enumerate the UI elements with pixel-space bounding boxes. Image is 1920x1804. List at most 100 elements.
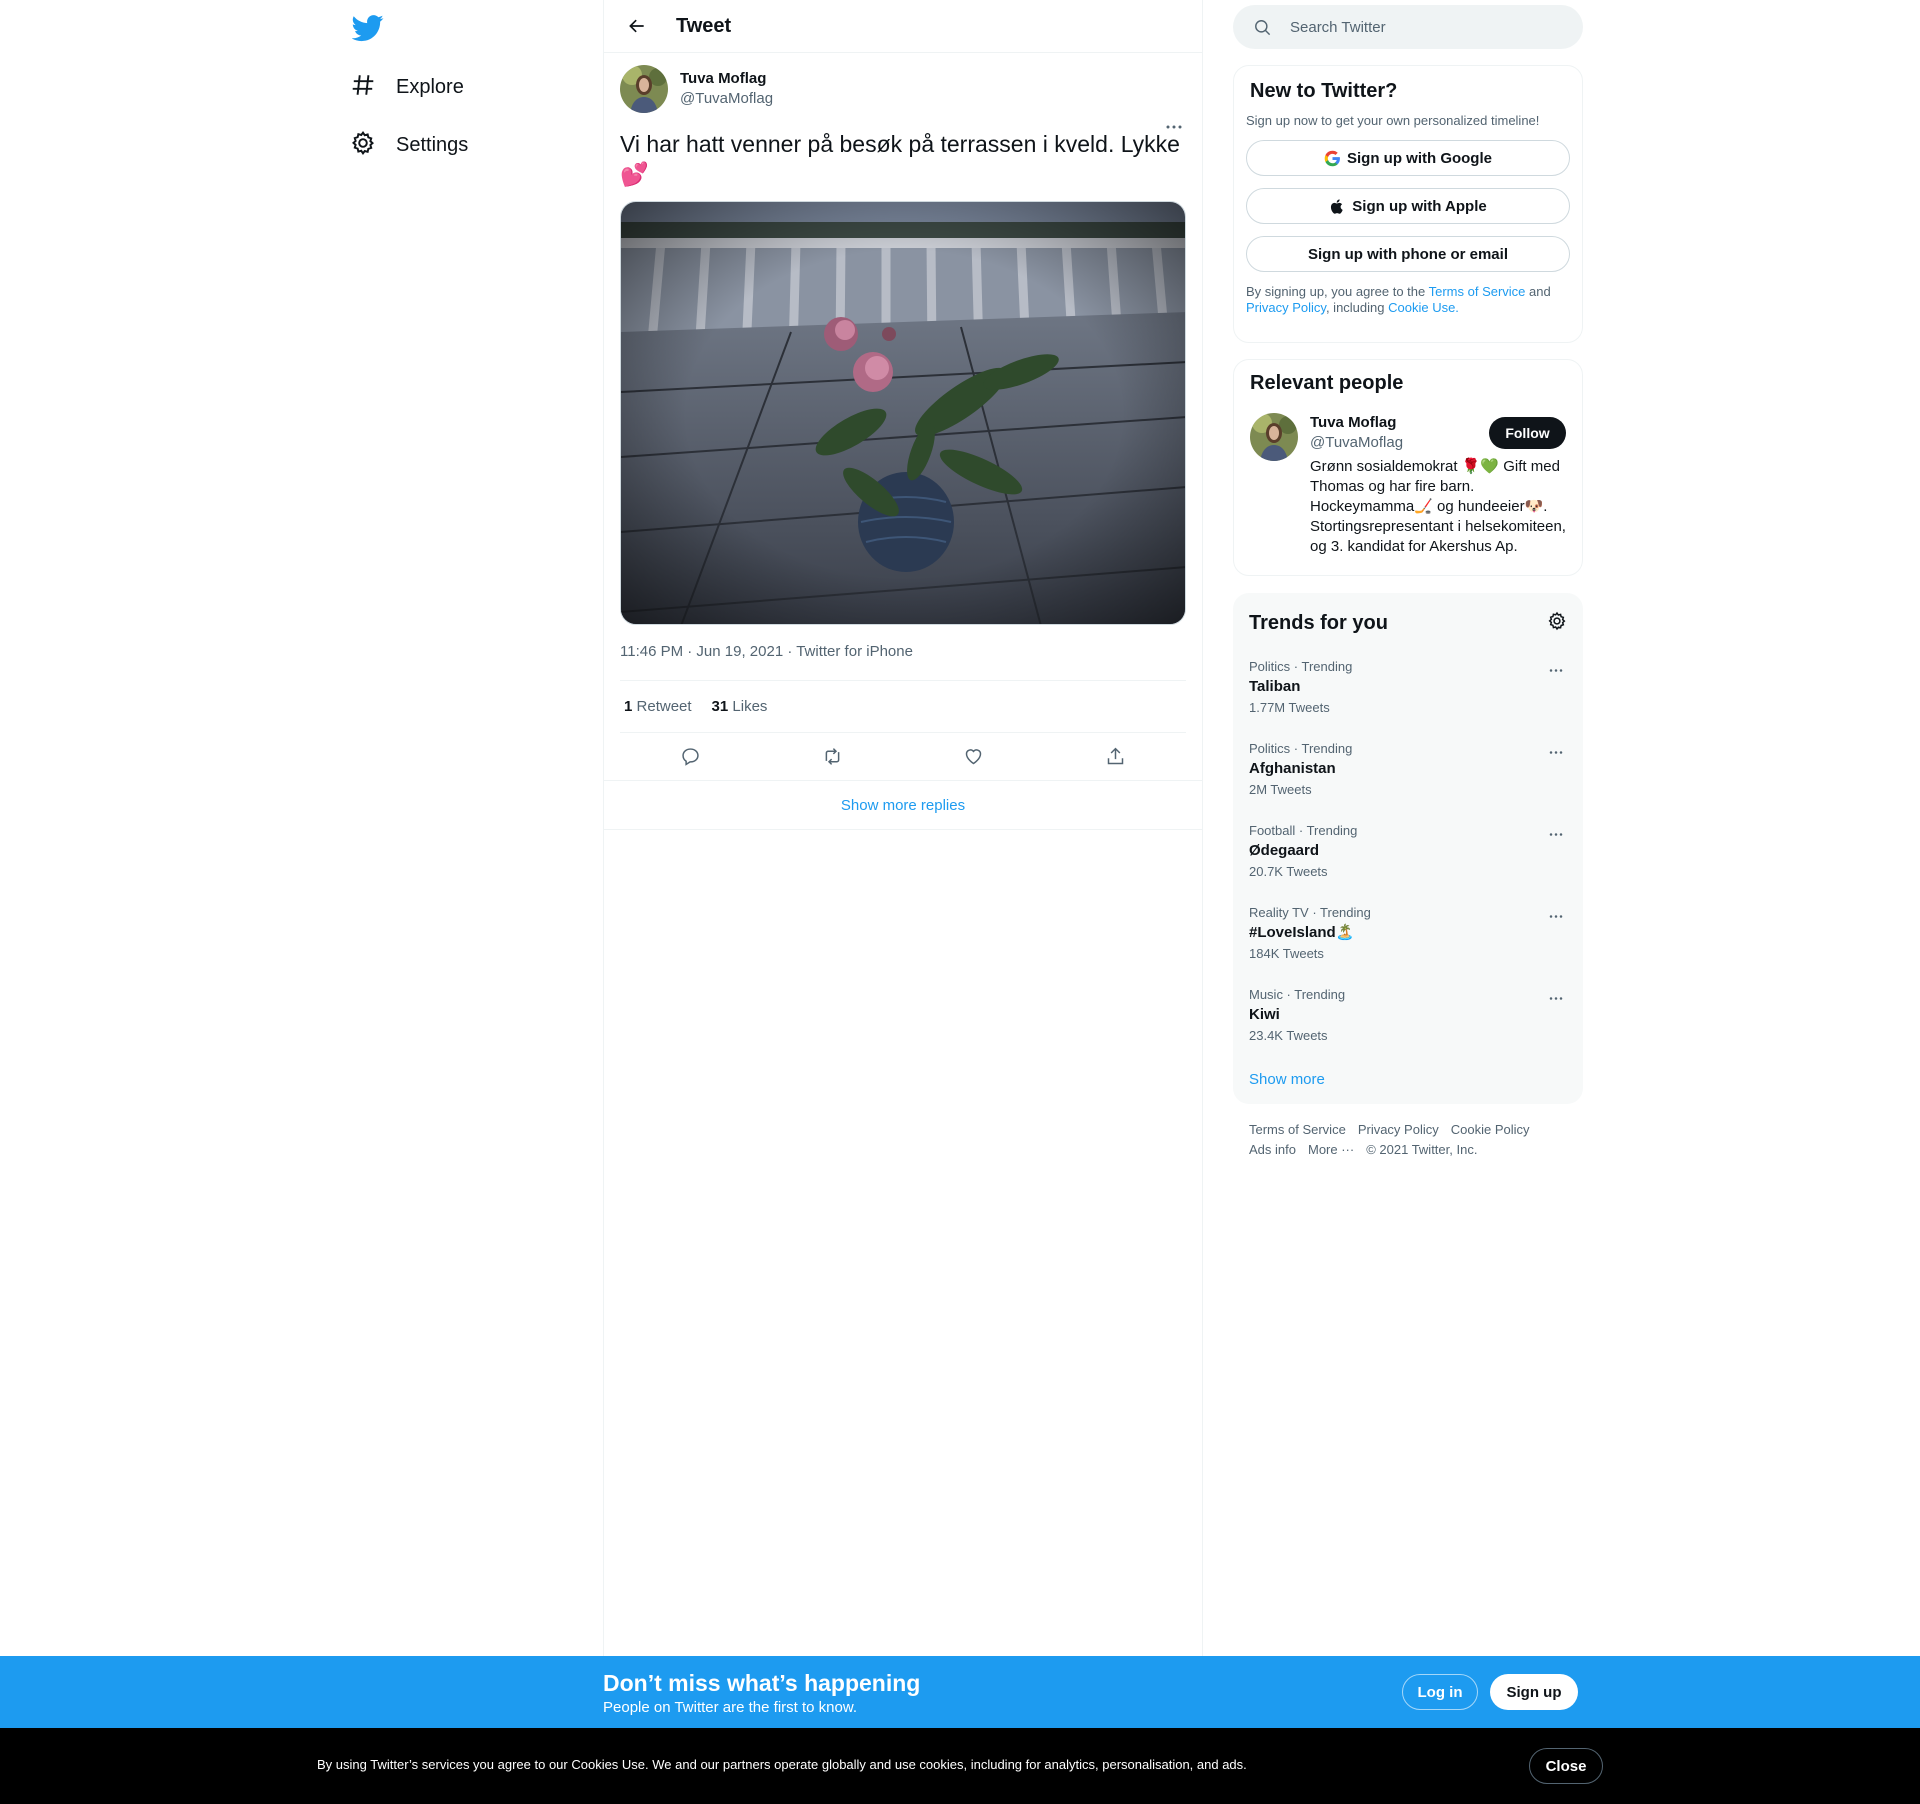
avatar[interactable] bbox=[1250, 413, 1298, 461]
more-horizontal-icon bbox=[1549, 996, 1563, 1000]
footer-ads-link[interactable]: Ads info bbox=[1249, 1142, 1296, 1157]
footer-more-button[interactable]: More ··· bbox=[1308, 1142, 1354, 1157]
cookie-use-link[interactable]: Cookie Use. bbox=[1388, 300, 1459, 315]
main-column: Tweet Tuva Moflag @TuvaMoflag Vi har hat… bbox=[603, 0, 1203, 1656]
trend-category: Football · Trending bbox=[1249, 823, 1358, 838]
signup-legal-text: By signing up, you agree to the Terms of… bbox=[1246, 284, 1570, 316]
page-title: Tweet bbox=[676, 14, 732, 37]
trend-more-button[interactable] bbox=[1545, 909, 1567, 923]
author-name[interactable]: Tuva Moflag bbox=[680, 69, 773, 89]
more-horizontal-icon bbox=[1549, 914, 1563, 918]
trend-more-button[interactable] bbox=[1545, 991, 1567, 1005]
signup-apple-button[interactable]: Sign up with Apple bbox=[1246, 188, 1570, 224]
footer-cookie-link[interactable]: Cookie Policy bbox=[1451, 1122, 1530, 1137]
terms-link[interactable]: Terms of Service bbox=[1429, 284, 1526, 299]
trends-title: Trends for you bbox=[1249, 611, 1388, 634]
google-icon bbox=[1324, 150, 1340, 166]
nav-settings[interactable]: Settings bbox=[350, 125, 468, 165]
trend-count: 23.4K Tweets bbox=[1249, 1028, 1328, 1043]
apple-icon bbox=[1331, 198, 1343, 214]
more-horizontal-icon bbox=[1549, 668, 1563, 672]
cookie-banner-text: By using Twitter’s services you agree to… bbox=[317, 1757, 1247, 1772]
trend-name: #LoveIsland🏝️ bbox=[1249, 924, 1355, 941]
trends-card: Trends for you Politics · Trending Talib… bbox=[1233, 593, 1583, 1104]
trend-category: Reality TV · Trending bbox=[1249, 905, 1371, 920]
footer-copyright: © 2021 Twitter, Inc. bbox=[1366, 1142, 1478, 1157]
nav-explore-label: Explore bbox=[396, 75, 464, 98]
more-horizontal-icon bbox=[1549, 750, 1563, 754]
signup-banner-title: Don’t miss what’s happening bbox=[603, 1670, 921, 1696]
gear-icon bbox=[1548, 611, 1566, 630]
cookie-close-button[interactable]: Close bbox=[1529, 1748, 1603, 1784]
cookie-banner: By using Twitter’s services you agree to… bbox=[0, 1728, 1920, 1804]
likes-label: Likes bbox=[732, 698, 768, 715]
tweet-actions bbox=[620, 732, 1186, 780]
signup-google-button[interactable]: Sign up with Google bbox=[1246, 140, 1570, 176]
trend-count: 184K Tweets bbox=[1249, 946, 1324, 961]
trend-item[interactable]: Politics · Trending Afghanistan 2M Tweet… bbox=[1233, 729, 1583, 811]
trend-item[interactable]: Football · Trending Ødegaard 20.7K Tweet… bbox=[1233, 811, 1583, 893]
signup-button[interactable]: Sign up bbox=[1490, 1674, 1578, 1710]
relevant-person[interactable]: Tuva Moflag @TuvaMoflag Grønn sosialdemo… bbox=[1250, 413, 1566, 557]
follow-button[interactable]: Follow bbox=[1489, 417, 1566, 449]
like-button[interactable] bbox=[957, 740, 991, 774]
share-button[interactable] bbox=[1098, 740, 1132, 774]
trend-more-button[interactable] bbox=[1545, 827, 1567, 841]
tweet-stats: 1 Retweet 31 Likes bbox=[620, 680, 1186, 732]
signup-google-label: Sign up with Google bbox=[1347, 149, 1492, 167]
trend-more-button[interactable] bbox=[1545, 745, 1567, 759]
show-more-replies-button[interactable]: Show more replies bbox=[604, 780, 1202, 830]
person-bio: Grønn sosialdemokrat 🌹💚 Gift med Thomas … bbox=[1310, 458, 1566, 555]
legal-text-1: By signing up, you agree to the bbox=[1246, 284, 1429, 299]
retweets-count: 1 bbox=[624, 698, 633, 715]
nav-explore[interactable]: Explore bbox=[350, 67, 464, 107]
trend-count: 1.77M Tweets bbox=[1249, 700, 1330, 715]
tweet: Tuva Moflag @TuvaMoflag Vi har hatt venn… bbox=[604, 53, 1202, 780]
reply-button[interactable] bbox=[674, 740, 708, 774]
tweet-photo[interactable] bbox=[620, 201, 1186, 625]
trend-name: Kiwi bbox=[1249, 1006, 1280, 1023]
page-header: Tweet bbox=[604, 0, 1202, 53]
signup-banner-subtitle: People on Twitter are the first to know. bbox=[603, 1699, 858, 1716]
trend-category: Music · Trending bbox=[1249, 987, 1346, 1002]
trends-settings-button[interactable] bbox=[1547, 611, 1567, 636]
relevant-people-title: Relevant people bbox=[1250, 372, 1404, 394]
footer-privacy-link[interactable]: Privacy Policy bbox=[1358, 1122, 1439, 1137]
search-input[interactable] bbox=[1290, 18, 1550, 36]
tweet-timestamp: 11:46 PM · Jun 19, 2021 · Twitter for iP… bbox=[620, 643, 913, 660]
trend-category: Politics · Trending bbox=[1249, 659, 1353, 674]
gear-icon bbox=[350, 130, 376, 161]
back-button[interactable] bbox=[620, 9, 654, 43]
trend-item[interactable]: Music · Trending Kiwi 23.4K Tweets bbox=[1233, 975, 1583, 1057]
tweet-author[interactable]: Tuva Moflag @TuvaMoflag bbox=[620, 65, 1186, 113]
likes-stat[interactable]: 31 Likes bbox=[712, 698, 768, 715]
trend-name: Afghanistan bbox=[1249, 760, 1336, 777]
tweet-more-button[interactable] bbox=[1162, 119, 1186, 135]
signup-apple-label: Sign up with Apple bbox=[1352, 197, 1487, 215]
search-icon bbox=[1255, 19, 1271, 35]
trends-show-more-link[interactable]: Show more bbox=[1233, 1057, 1583, 1102]
trend-count: 2M Tweets bbox=[1249, 782, 1312, 797]
footer-terms-link[interactable]: Terms of Service bbox=[1249, 1122, 1346, 1137]
trend-more-button[interactable] bbox=[1545, 663, 1567, 677]
arrow-left-icon bbox=[629, 19, 644, 33]
author-handle[interactable]: @TuvaMoflag bbox=[680, 89, 773, 109]
legal-text-3: , including bbox=[1325, 300, 1389, 315]
trend-category: Politics · Trending bbox=[1249, 741, 1353, 756]
reply-icon bbox=[682, 748, 699, 766]
retweets-stat[interactable]: 1 Retweet bbox=[624, 698, 692, 715]
avatar[interactable] bbox=[620, 65, 668, 113]
relevant-people-card: Relevant people Tuva Moflag @TuvaMoflag … bbox=[1233, 359, 1583, 576]
signup-phone-email-button[interactable]: Sign up with phone or email bbox=[1246, 236, 1570, 272]
trend-item[interactable]: Politics · Trending Taliban 1.77M Tweets bbox=[1233, 647, 1583, 729]
trend-item[interactable]: Reality TV · Trending #LoveIsland🏝️ 184K… bbox=[1233, 893, 1583, 975]
search-bar[interactable] bbox=[1233, 5, 1583, 49]
new-to-twitter-card: New to Twitter? Sign up now to get your … bbox=[1233, 65, 1583, 343]
retweet-button[interactable] bbox=[815, 740, 849, 774]
retweets-label: Retweet bbox=[636, 698, 692, 715]
hashtag-icon bbox=[350, 72, 376, 103]
more-horizontal-icon bbox=[1166, 125, 1182, 129]
privacy-link[interactable]: Privacy Policy bbox=[1246, 300, 1326, 315]
login-button[interactable]: Log in bbox=[1402, 1674, 1478, 1710]
twitter-bird-icon[interactable] bbox=[351, 12, 384, 44]
